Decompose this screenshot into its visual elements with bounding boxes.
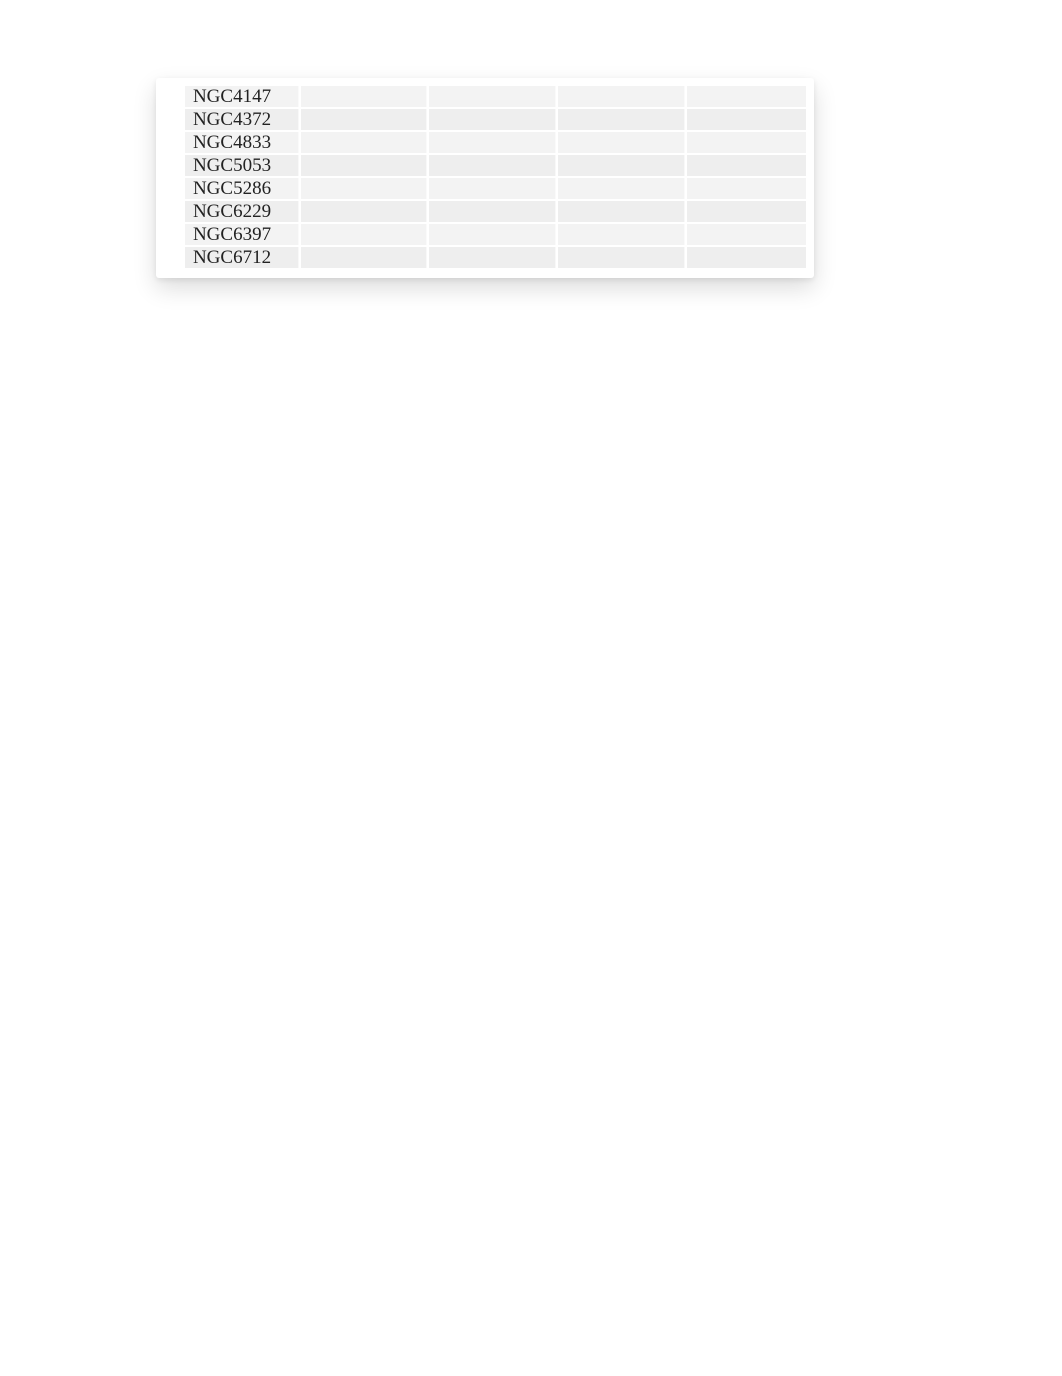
table-row: NGC6712 [164,247,806,268]
empty-cell [558,109,685,130]
empty-cell [429,178,556,199]
row-marker [164,224,183,245]
empty-cell [429,109,556,130]
empty-cell [687,86,806,107]
empty-cell [558,178,685,199]
table-row: NGC4372 [164,109,806,130]
row-marker [164,132,183,153]
empty-cell [429,224,556,245]
empty-cell [429,201,556,222]
empty-cell [687,178,806,199]
table-row: NGC5053 [164,155,806,176]
empty-cell [429,86,556,107]
empty-cell [687,155,806,176]
empty-cell [687,201,806,222]
row-marker [164,201,183,222]
empty-cell [429,155,556,176]
row-marker [164,155,183,176]
table-row: NGC4833 [164,132,806,153]
empty-cell [558,247,685,268]
empty-cell [429,132,556,153]
row-marker [164,109,183,130]
empty-cell [558,86,685,107]
empty-cell [301,201,428,222]
empty-cell [301,247,428,268]
empty-cell [301,132,428,153]
object-name-cell: NGC4147 [185,86,299,107]
object-name-cell: NGC5286 [185,178,299,199]
table-row: NGC4147 [164,86,806,107]
empty-cell [558,155,685,176]
row-marker [164,247,183,268]
empty-cell [558,201,685,222]
table-row: NGC5286 [164,178,806,199]
empty-cell [687,247,806,268]
data-table: NGC4147 NGC4372 NGC4833 [162,84,808,270]
object-name-cell: NGC4372 [185,109,299,130]
table-row: NGC6229 [164,201,806,222]
empty-cell [558,224,685,245]
empty-cell [687,132,806,153]
row-marker [164,86,183,107]
object-name-cell: NGC5053 [185,155,299,176]
empty-cell [429,247,556,268]
empty-cell [301,155,428,176]
object-name-cell: NGC6397 [185,224,299,245]
object-name-cell: NGC6712 [185,247,299,268]
data-table-container: NGC4147 NGC4372 NGC4833 [156,78,814,278]
object-name-cell: NGC6229 [185,201,299,222]
object-name-cell: NGC4833 [185,132,299,153]
empty-cell [301,109,428,130]
empty-cell [301,178,428,199]
row-marker [164,178,183,199]
table-row: NGC6397 [164,224,806,245]
empty-cell [301,224,428,245]
empty-cell [687,109,806,130]
empty-cell [558,132,685,153]
empty-cell [301,86,428,107]
empty-cell [687,224,806,245]
